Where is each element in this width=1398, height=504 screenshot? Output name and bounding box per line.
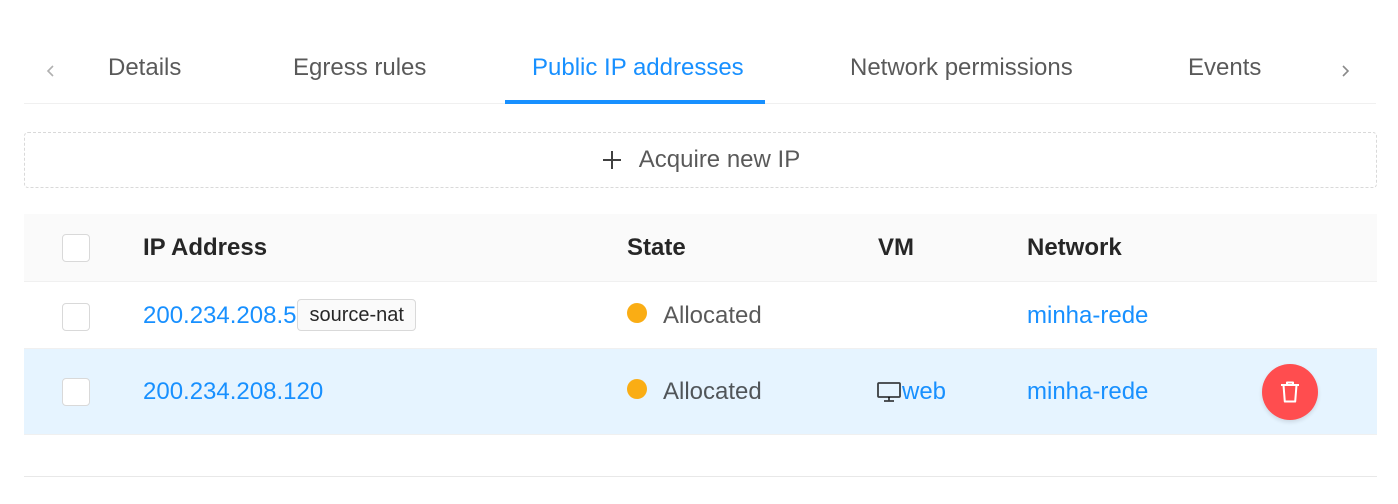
- tab-details[interactable]: Details: [108, 52, 181, 84]
- tab-next-button[interactable]: [1330, 56, 1360, 86]
- chevron-left-icon: [46, 65, 54, 77]
- column-header-state: State: [627, 234, 686, 261]
- tab-egress-rules[interactable]: Egress rules: [293, 52, 426, 84]
- table-row[interactable]: 200.234.208.5 source-nat Allocated minha-…: [24, 282, 1377, 349]
- vm-cell: web: [876, 376, 946, 408]
- network-link[interactable]: minha-rede: [1027, 376, 1148, 408]
- tab-bar: Details Egress rules Public IP addresses…: [24, 38, 1376, 104]
- tab-prev-button[interactable]: [36, 56, 66, 86]
- acquire-new-ip-label: Acquire new IP: [638, 146, 801, 173]
- tab-network-permissions[interactable]: Network permissions: [850, 52, 1073, 84]
- column-header-network: Network: [1027, 234, 1122, 261]
- acquire-new-ip-button[interactable]: Acquire new IP: [24, 132, 1377, 188]
- state-label: Allocated: [663, 302, 762, 329]
- row-checkbox[interactable]: [62, 303, 90, 331]
- ip-address-link[interactable]: 200.234.208.5: [143, 302, 296, 329]
- state-label: Allocated: [663, 378, 762, 405]
- column-header-ip-address: IP Address: [143, 234, 268, 261]
- column-header-vm: VM: [878, 234, 914, 261]
- status-dot: [627, 379, 647, 399]
- table-header: IP Address State VM Network: [24, 214, 1377, 282]
- ip-address-link[interactable]: 200.234.208.120: [143, 376, 323, 408]
- network-link[interactable]: minha-rede: [1027, 300, 1148, 332]
- vm-link[interactable]: web: [902, 376, 946, 408]
- status-dot: [627, 303, 647, 323]
- table-bottom-divider: [24, 476, 1377, 477]
- tab-events[interactable]: Events: [1188, 52, 1261, 84]
- row-checkbox[interactable]: [62, 378, 90, 406]
- desktop-icon: [877, 382, 901, 402]
- public-ip-table: IP Address State VM Network 200.234.208.…: [24, 214, 1377, 435]
- state-cell: Allocated: [627, 376, 762, 408]
- chevron-right-icon: [1342, 65, 1350, 77]
- select-all-checkbox[interactable]: [62, 234, 90, 262]
- release-ip-button[interactable]: [1262, 364, 1318, 420]
- source-nat-tag: source-nat: [297, 298, 416, 331]
- table-row[interactable]: 200.234.208.120 Allocated web minha-rede: [24, 349, 1377, 435]
- trash-icon: [1281, 381, 1299, 403]
- tab-public-ip-addresses[interactable]: Public IP addresses: [532, 52, 744, 84]
- active-tab-indicator: [505, 100, 765, 104]
- plus-icon: [602, 151, 621, 169]
- state-cell: Allocated: [627, 300, 762, 332]
